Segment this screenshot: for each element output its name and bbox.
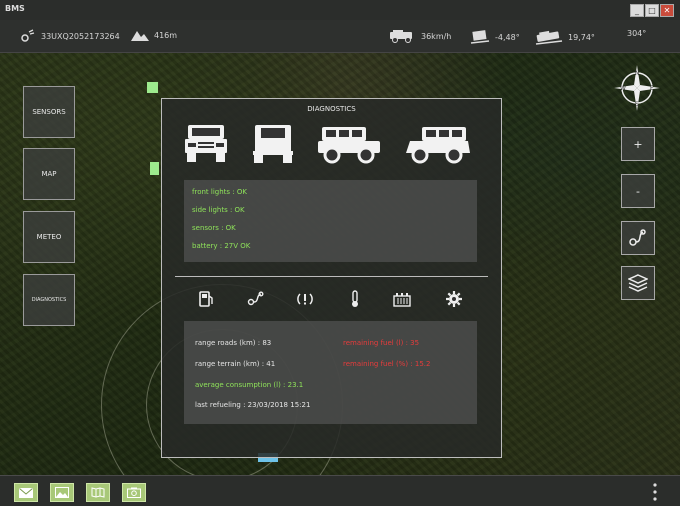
app-title: BMS	[5, 4, 25, 13]
remaining-fuel: remaining fuel (l) : 35	[343, 339, 420, 347]
map-marker[interactable]	[147, 82, 158, 93]
roll-readout: 19,74°	[535, 29, 595, 45]
map-marker[interactable]	[150, 162, 159, 175]
route-button[interactable]	[621, 221, 655, 255]
zoom-in-button[interactable]: +	[621, 127, 655, 161]
tab-temperature[interactable]	[345, 289, 365, 309]
gallery-button[interactable]	[50, 483, 74, 502]
vehicle-front-view-icon[interactable]	[184, 123, 228, 165]
fuel-icon	[199, 291, 213, 307]
camera-button[interactable]	[122, 483, 146, 502]
fuel-info: range roads (km) : 83 range terrain (km)…	[184, 321, 477, 424]
tab-route[interactable]	[246, 289, 266, 309]
pitch-readout: -4,48°	[470, 29, 520, 45]
status-toolbar: 33UXQ2052173264 416m 36km/h -4,48° 19,74…	[0, 20, 680, 53]
camera-icon	[127, 487, 141, 498]
coordinates-text: 33UXQ2052173264	[41, 31, 120, 41]
mountain-icon	[131, 31, 149, 41]
sidebar-item-label: DIAGNOSTICS	[31, 297, 67, 303]
minimize-button[interactable]: _	[630, 4, 644, 17]
remaining-fuel-percent: remaining fuel (%) : 15.2	[343, 360, 431, 368]
status-battery: battery : 27V OK	[192, 242, 251, 250]
sidebar-item-diagnostics[interactable]: DIAGNOSTICS	[23, 274, 75, 326]
vehicle-speed-icon	[390, 30, 412, 43]
status-front-lights: front lights : OK	[192, 188, 247, 196]
gps-route-icon	[629, 229, 646, 246]
status-side-lights: side lights : OK	[192, 206, 245, 214]
sidebar-item-label: METEO	[36, 233, 62, 241]
vehicle-side-left-view-icon[interactable]	[316, 123, 382, 165]
zoom-out-label: -	[636, 184, 640, 198]
sidebar-item-sensors[interactable]: SENSORS	[23, 86, 75, 138]
sidebar-item-label: MAP	[41, 170, 57, 178]
pitch-icon	[470, 30, 490, 44]
roll-text: 19,74°	[568, 32, 595, 42]
bottom-toolbar	[0, 475, 680, 506]
more-vertical-icon	[653, 483, 657, 501]
tab-fuel[interactable]	[196, 289, 216, 309]
map-book-icon	[91, 487, 105, 498]
last-refueling: last refueling : 23/03/2018 15:21	[195, 401, 311, 409]
satellite-icon	[21, 29, 35, 42]
battery-icon	[393, 293, 411, 307]
status-sensors: sensors : OK	[192, 224, 236, 232]
layers-icon	[628, 274, 648, 292]
altitude-text: 416m	[154, 30, 178, 40]
mail-icon	[19, 487, 33, 498]
map-book-button[interactable]	[86, 483, 110, 502]
average-consumption: average consumption (l) : 23.1	[195, 381, 304, 389]
window-titlebar: BMS _ □ ✕	[0, 0, 680, 21]
heading-readout: 304°	[627, 29, 646, 38]
sidebar-item-map[interactable]: MAP	[23, 148, 75, 200]
image-icon	[55, 487, 69, 498]
maximize-button[interactable]: □	[645, 4, 659, 17]
messages-button[interactable]	[14, 483, 38, 502]
sidebar-item-label: SENSORS	[32, 108, 66, 116]
pitch-text: -4,48°	[495, 32, 520, 42]
coordinates-readout: 33UXQ2052173264	[20, 29, 120, 43]
gps-route-icon	[247, 291, 264, 306]
diagnostics-panel: DIAGNOSTICS front lights : OK side light…	[161, 98, 502, 458]
heading-text: 304°	[627, 29, 647, 38]
panel-title: DIAGNOSTICS	[307, 105, 356, 113]
more-menu-button[interactable]	[652, 482, 658, 502]
roll-icon	[535, 30, 563, 45]
svg-text:E: E	[650, 85, 654, 92]
settings-gear-icon	[446, 291, 462, 307]
status-list: front lights : OK side lights : OK senso…	[184, 180, 477, 262]
svg-text:S: S	[635, 101, 639, 108]
tab-warnings[interactable]	[295, 289, 315, 309]
tab-settings[interactable]	[444, 289, 464, 309]
thermometer-icon	[352, 290, 358, 307]
range-roads: range roads (km) : 83	[195, 339, 272, 347]
range-terrain: range terrain (km) : 41	[195, 360, 276, 368]
svg-text:N: N	[635, 70, 640, 77]
divider	[175, 276, 488, 277]
altitude-readout: 416m	[131, 29, 177, 41]
warning-icon	[297, 293, 313, 305]
sidebar-item-meteo[interactable]: METEO	[23, 211, 75, 263]
vehicle-side-right-view-icon[interactable]	[402, 123, 472, 165]
zoom-out-button[interactable]: -	[621, 174, 655, 208]
compass-rose-icon: N W E S	[614, 65, 660, 111]
speed-text: 36km/h	[421, 31, 452, 41]
vehicle-rear-view-icon[interactable]	[251, 123, 295, 165]
speed-readout: 36km/h	[388, 29, 451, 43]
tab-battery[interactable]	[392, 289, 412, 309]
svg-text:W: W	[620, 85, 626, 92]
layers-button[interactable]	[621, 266, 655, 300]
zoom-in-label: +	[633, 137, 643, 151]
compass[interactable]: N W E S	[612, 63, 662, 113]
close-button[interactable]: ✕	[660, 4, 674, 17]
